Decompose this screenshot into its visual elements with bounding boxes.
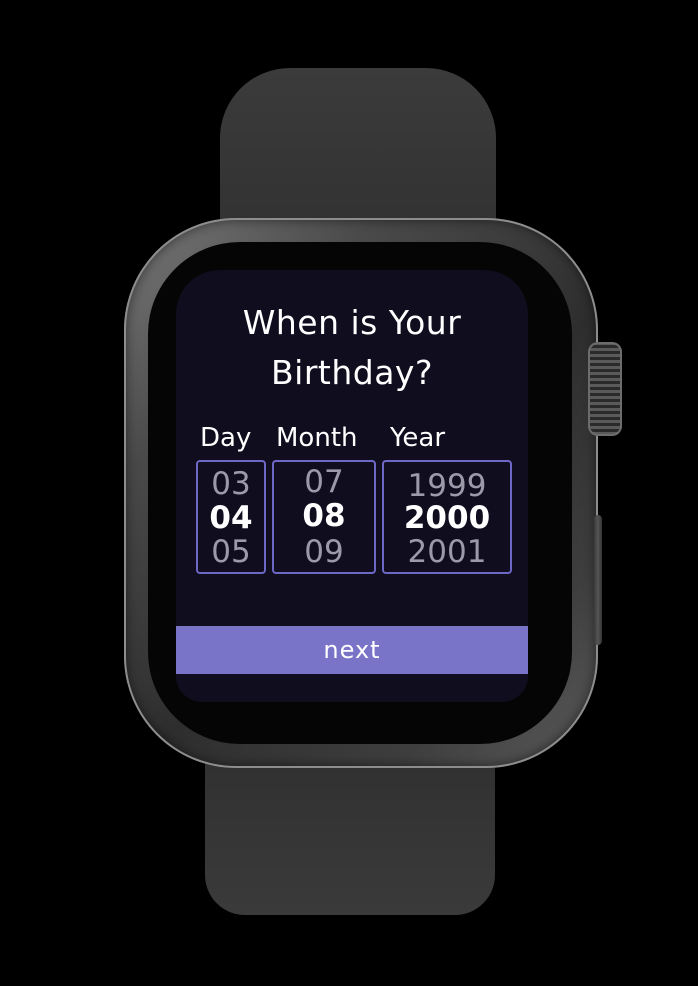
month-option-above[interactable]: 07 [274,464,374,500]
page-title: When is Your Birthday? [176,298,528,398]
next-button[interactable]: next [176,626,528,674]
year-picker[interactable]: 1999 2000 2001 [382,460,512,574]
year-option-above[interactable]: 1999 [384,468,510,504]
year-option-selected[interactable]: 2000 [384,500,510,536]
year-label: Year [390,423,446,453]
day-option-above[interactable]: 03 [198,466,264,502]
month-label: Month [276,423,358,453]
watch-mockup: When is Your Birthday? Day Month Year 03… [0,0,698,986]
side-button[interactable] [594,515,602,645]
day-label: Day [200,423,252,453]
year-option-below[interactable]: 2001 [384,534,510,570]
title-line-1: When is Your [242,303,462,342]
day-picker[interactable]: 03 04 05 [196,460,266,574]
watch-screen: When is Your Birthday? Day Month Year 03… [176,270,528,702]
month-option-selected[interactable]: 08 [274,498,374,534]
month-picker[interactable]: 07 08 09 [272,460,376,574]
month-option-below[interactable]: 09 [274,534,374,570]
digital-crown[interactable] [588,342,622,436]
title-line-2: Birthday? [271,353,433,392]
day-option-below[interactable]: 05 [198,534,264,570]
day-option-selected[interactable]: 04 [198,500,264,536]
